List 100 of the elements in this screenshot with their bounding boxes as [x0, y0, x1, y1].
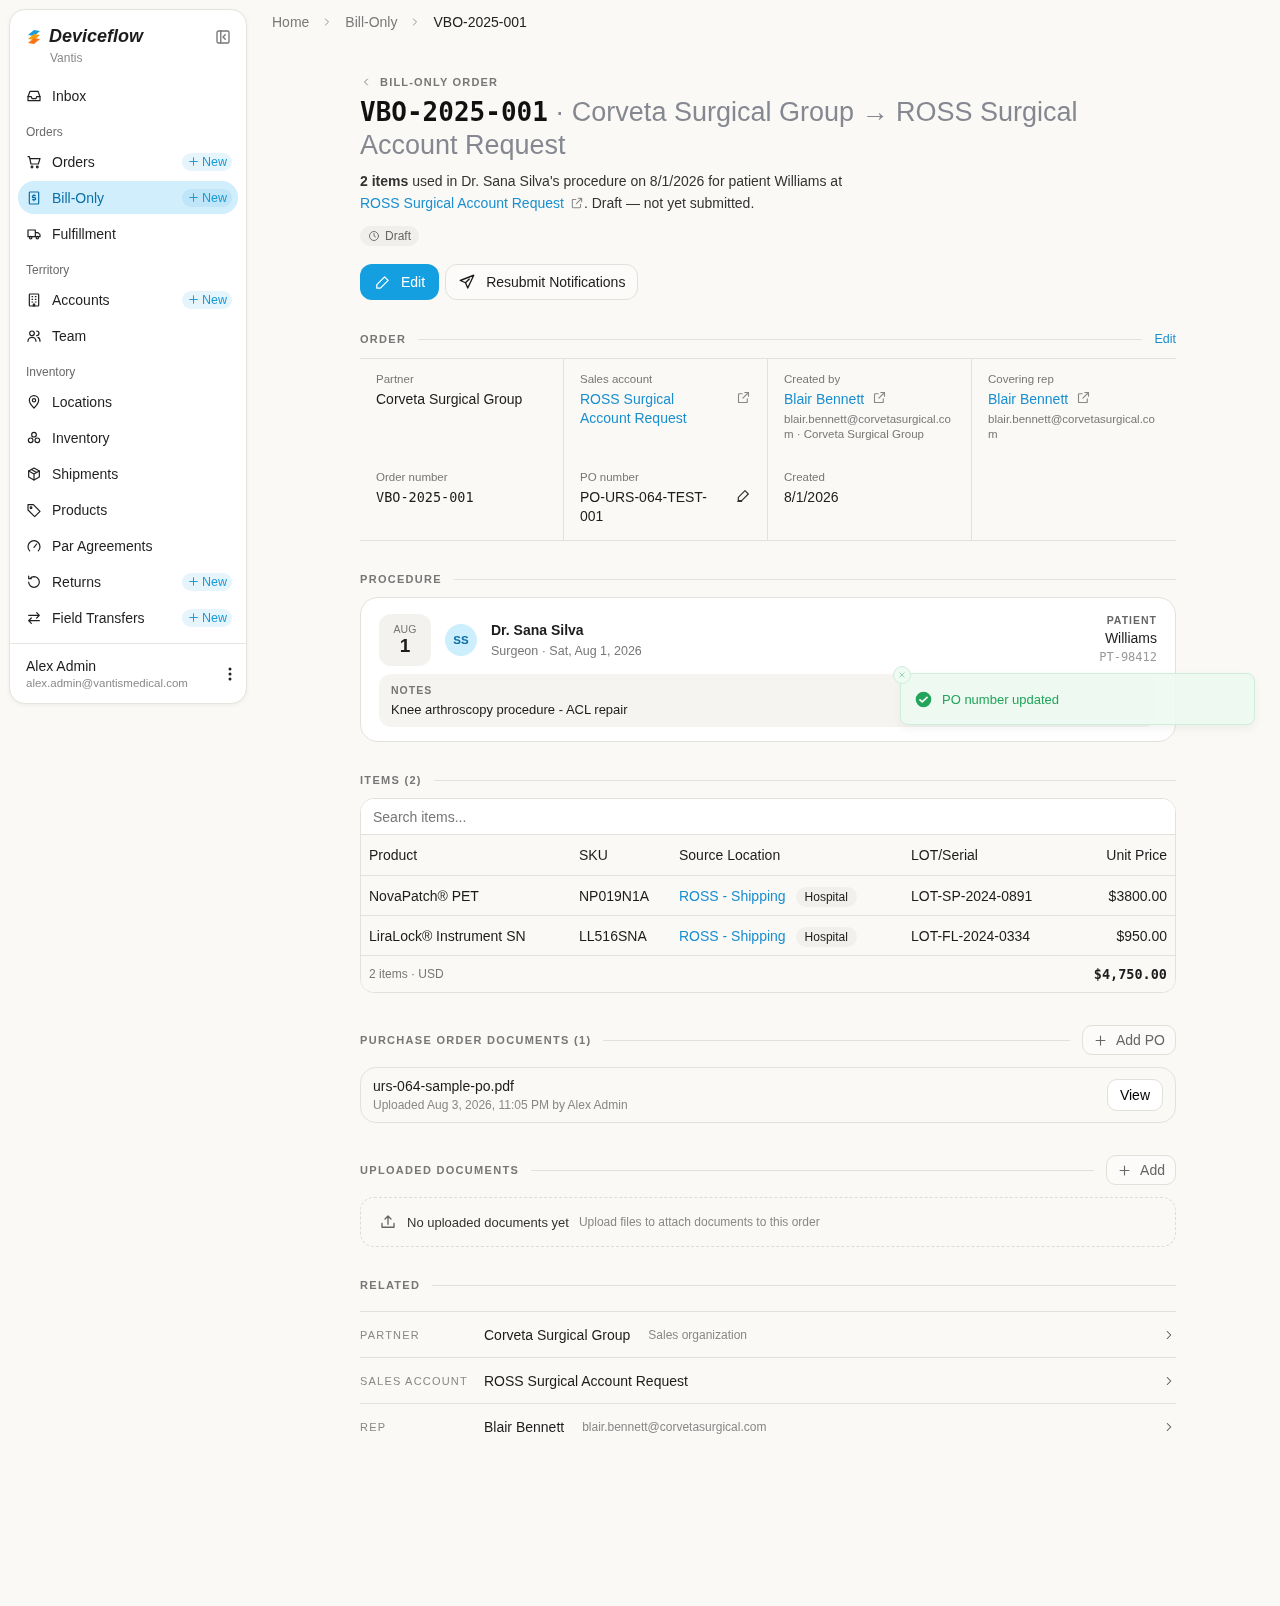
tag-icon	[26, 501, 42, 518]
plus-icon	[1092, 1032, 1108, 1048]
column-header: SKU	[571, 835, 671, 876]
patient-label: PATIENT	[1106, 614, 1157, 626]
section-title: RELATED	[360, 1279, 421, 1291]
more-button[interactable]	[228, 666, 232, 681]
table-cell: LiraLock® Instrument SN	[361, 915, 571, 956]
nav-item[interactable]: Inventory	[18, 421, 238, 454]
table-cell: NovaPatch® PET	[361, 875, 571, 916]
surgeon-subtitle: Surgeon · Sat, Aug 1, 2026	[491, 644, 643, 658]
plus-icon	[187, 575, 200, 588]
swap-arrows-icon	[26, 609, 42, 626]
page-title: VBO-2025-001 · Corveta Surgical Group → ROSS Surgical Account Request	[360, 96, 1079, 162]
notes-text: Knee arthroscopy procedure - ACL repair	[391, 702, 628, 717]
nav-section-title: Orders	[25, 124, 64, 141]
location-link[interactable]: ROSS - Shipping	[679, 887, 786, 904]
field-value: VBO-2025-001	[376, 489, 474, 505]
column-header: Unit Price	[1063, 835, 1175, 876]
location-link[interactable]: ROSS - Shipping	[679, 927, 786, 944]
related-label: PARTNER	[360, 1328, 421, 1341]
nav-item[interactable]: Fulfillment	[18, 217, 238, 250]
nav-item[interactable]: Inbox	[18, 79, 238, 112]
section-title: ORDER	[360, 333, 407, 345]
plus-icon	[187, 191, 200, 204]
account-link[interactable]: ROSS Surgical Account Request	[360, 192, 584, 214]
close-icon	[897, 670, 907, 680]
resubmit-button[interactable]: Resubmit Notifications	[445, 264, 639, 300]
date-month: AUG	[393, 623, 417, 635]
plus-icon	[1117, 1162, 1133, 1178]
order-summary: 2 items used in Dr. Sana Silva's procedure on 8/1/2026 for patient Williams at ROSS Surgical Account Request . Draft — not yet submitted.	[360, 170, 1176, 214]
add-po-button[interactable]: Add PO	[1081, 1025, 1176, 1055]
nav-item[interactable]: Products	[18, 493, 238, 526]
user-email: alex.admin@vantismedical.com	[26, 677, 189, 689]
related-row[interactable]: SALES ACCOUNT ROSS Surgical Account Request	[360, 1358, 1176, 1404]
related-row[interactable]: REP Blair Bennett blair.bennett@corvetasurgical.com	[360, 1404, 1176, 1449]
person-detail: blair.bennett@corvetasurgical.com	[988, 412, 1156, 442]
field-label: Sales account	[580, 373, 654, 385]
package-icon	[26, 465, 42, 482]
related-detail: blair.bennett@corvetasurgical.com	[582, 1419, 768, 1434]
breadcrumb-link[interactable]: Bill-Only	[345, 14, 398, 30]
add-button[interactable]: Add	[1106, 1155, 1176, 1185]
undo-icon	[26, 573, 42, 590]
nav-item[interactable]: Bill-Only New	[18, 181, 238, 214]
plus-icon	[187, 293, 200, 306]
notes-label: NOTES	[391, 684, 433, 696]
collapse-sidebar-button[interactable]	[214, 27, 232, 46]
search-field[interactable]: Search items...	[361, 799, 1175, 835]
empty-title: No uploaded documents yet	[407, 1214, 569, 1230]
related-detail: Sales organization	[648, 1327, 749, 1342]
patient-id: PT-98412	[1099, 650, 1157, 664]
related-value: Blair Bennett	[484, 1418, 565, 1435]
nav-item[interactable]: Shipments	[18, 457, 238, 490]
surgeon-name: Dr. Sana Silva	[491, 622, 585, 638]
status-text: Draft	[385, 229, 411, 243]
document-name: urs-064-sample-po.pdf	[373, 1078, 515, 1094]
back-link[interactable]: BILL-ONLY ORDER	[360, 76, 499, 88]
nav-section-title: Inventory	[25, 364, 77, 381]
nav-item[interactable]: Par Agreements	[18, 529, 238, 562]
edit-po-button[interactable]	[735, 488, 751, 504]
account-link[interactable]: ROSS Surgical Account Request	[580, 390, 720, 428]
edit-button[interactable]: Edit	[360, 264, 440, 300]
plus-icon	[187, 611, 200, 624]
person-link[interactable]: Blair Bennett	[784, 390, 865, 409]
send-icon	[458, 273, 477, 291]
logo-icon	[26, 28, 42, 45]
related-value: ROSS Surgical Account Request	[484, 1372, 688, 1389]
clock-icon	[368, 230, 380, 242]
section-title: PROCEDURE	[360, 573, 442, 585]
date-day: 1	[399, 635, 411, 657]
nav-item[interactable]: Locations	[18, 385, 238, 418]
external-link-icon	[736, 390, 751, 405]
nav-item[interactable]: Accounts New	[18, 283, 238, 316]
field-label: Created by	[784, 373, 842, 385]
view-button[interactable]: View	[1106, 1079, 1163, 1111]
nav-item[interactable]: Field Transfers New	[18, 601, 238, 634]
nav-item[interactable]: Team	[18, 319, 238, 352]
nav-item[interactable]: Returns New	[18, 565, 238, 598]
toast-message: PO number updated	[942, 691, 1060, 707]
breadcrumb-link[interactable]: Home	[272, 14, 310, 30]
sidebar-toggle-icon	[214, 27, 232, 46]
field-value: PO-URS-064-TEST-001	[580, 488, 708, 526]
external-link-icon	[872, 390, 888, 405]
brand-name: Deviceflow	[49, 26, 145, 47]
total-amount: $4,750.00	[1093, 966, 1167, 982]
column-header: Product	[361, 835, 571, 876]
more-icon	[228, 666, 232, 681]
related-row[interactable]: PARTNER Corveta Surgical Group Sales organization	[360, 1312, 1176, 1358]
pencil-icon	[735, 488, 751, 504]
empty-text: Upload files to attach documents to this order	[578, 1215, 820, 1229]
plus-icon	[187, 155, 200, 168]
nav-item[interactable]: Orders New	[18, 145, 238, 178]
building-icon	[26, 291, 42, 308]
table-cell: LOT-FL-2024-0334	[903, 915, 1063, 956]
edit-order-link[interactable]: Edit	[1154, 332, 1176, 346]
boxes-icon	[26, 429, 42, 446]
person-link[interactable]: Blair Bennett	[988, 390, 1069, 409]
field-label: PO number	[580, 471, 640, 483]
field-label: Order number	[376, 471, 449, 483]
column-header: LOT/Serial	[903, 835, 1063, 876]
people-icon	[26, 327, 42, 344]
